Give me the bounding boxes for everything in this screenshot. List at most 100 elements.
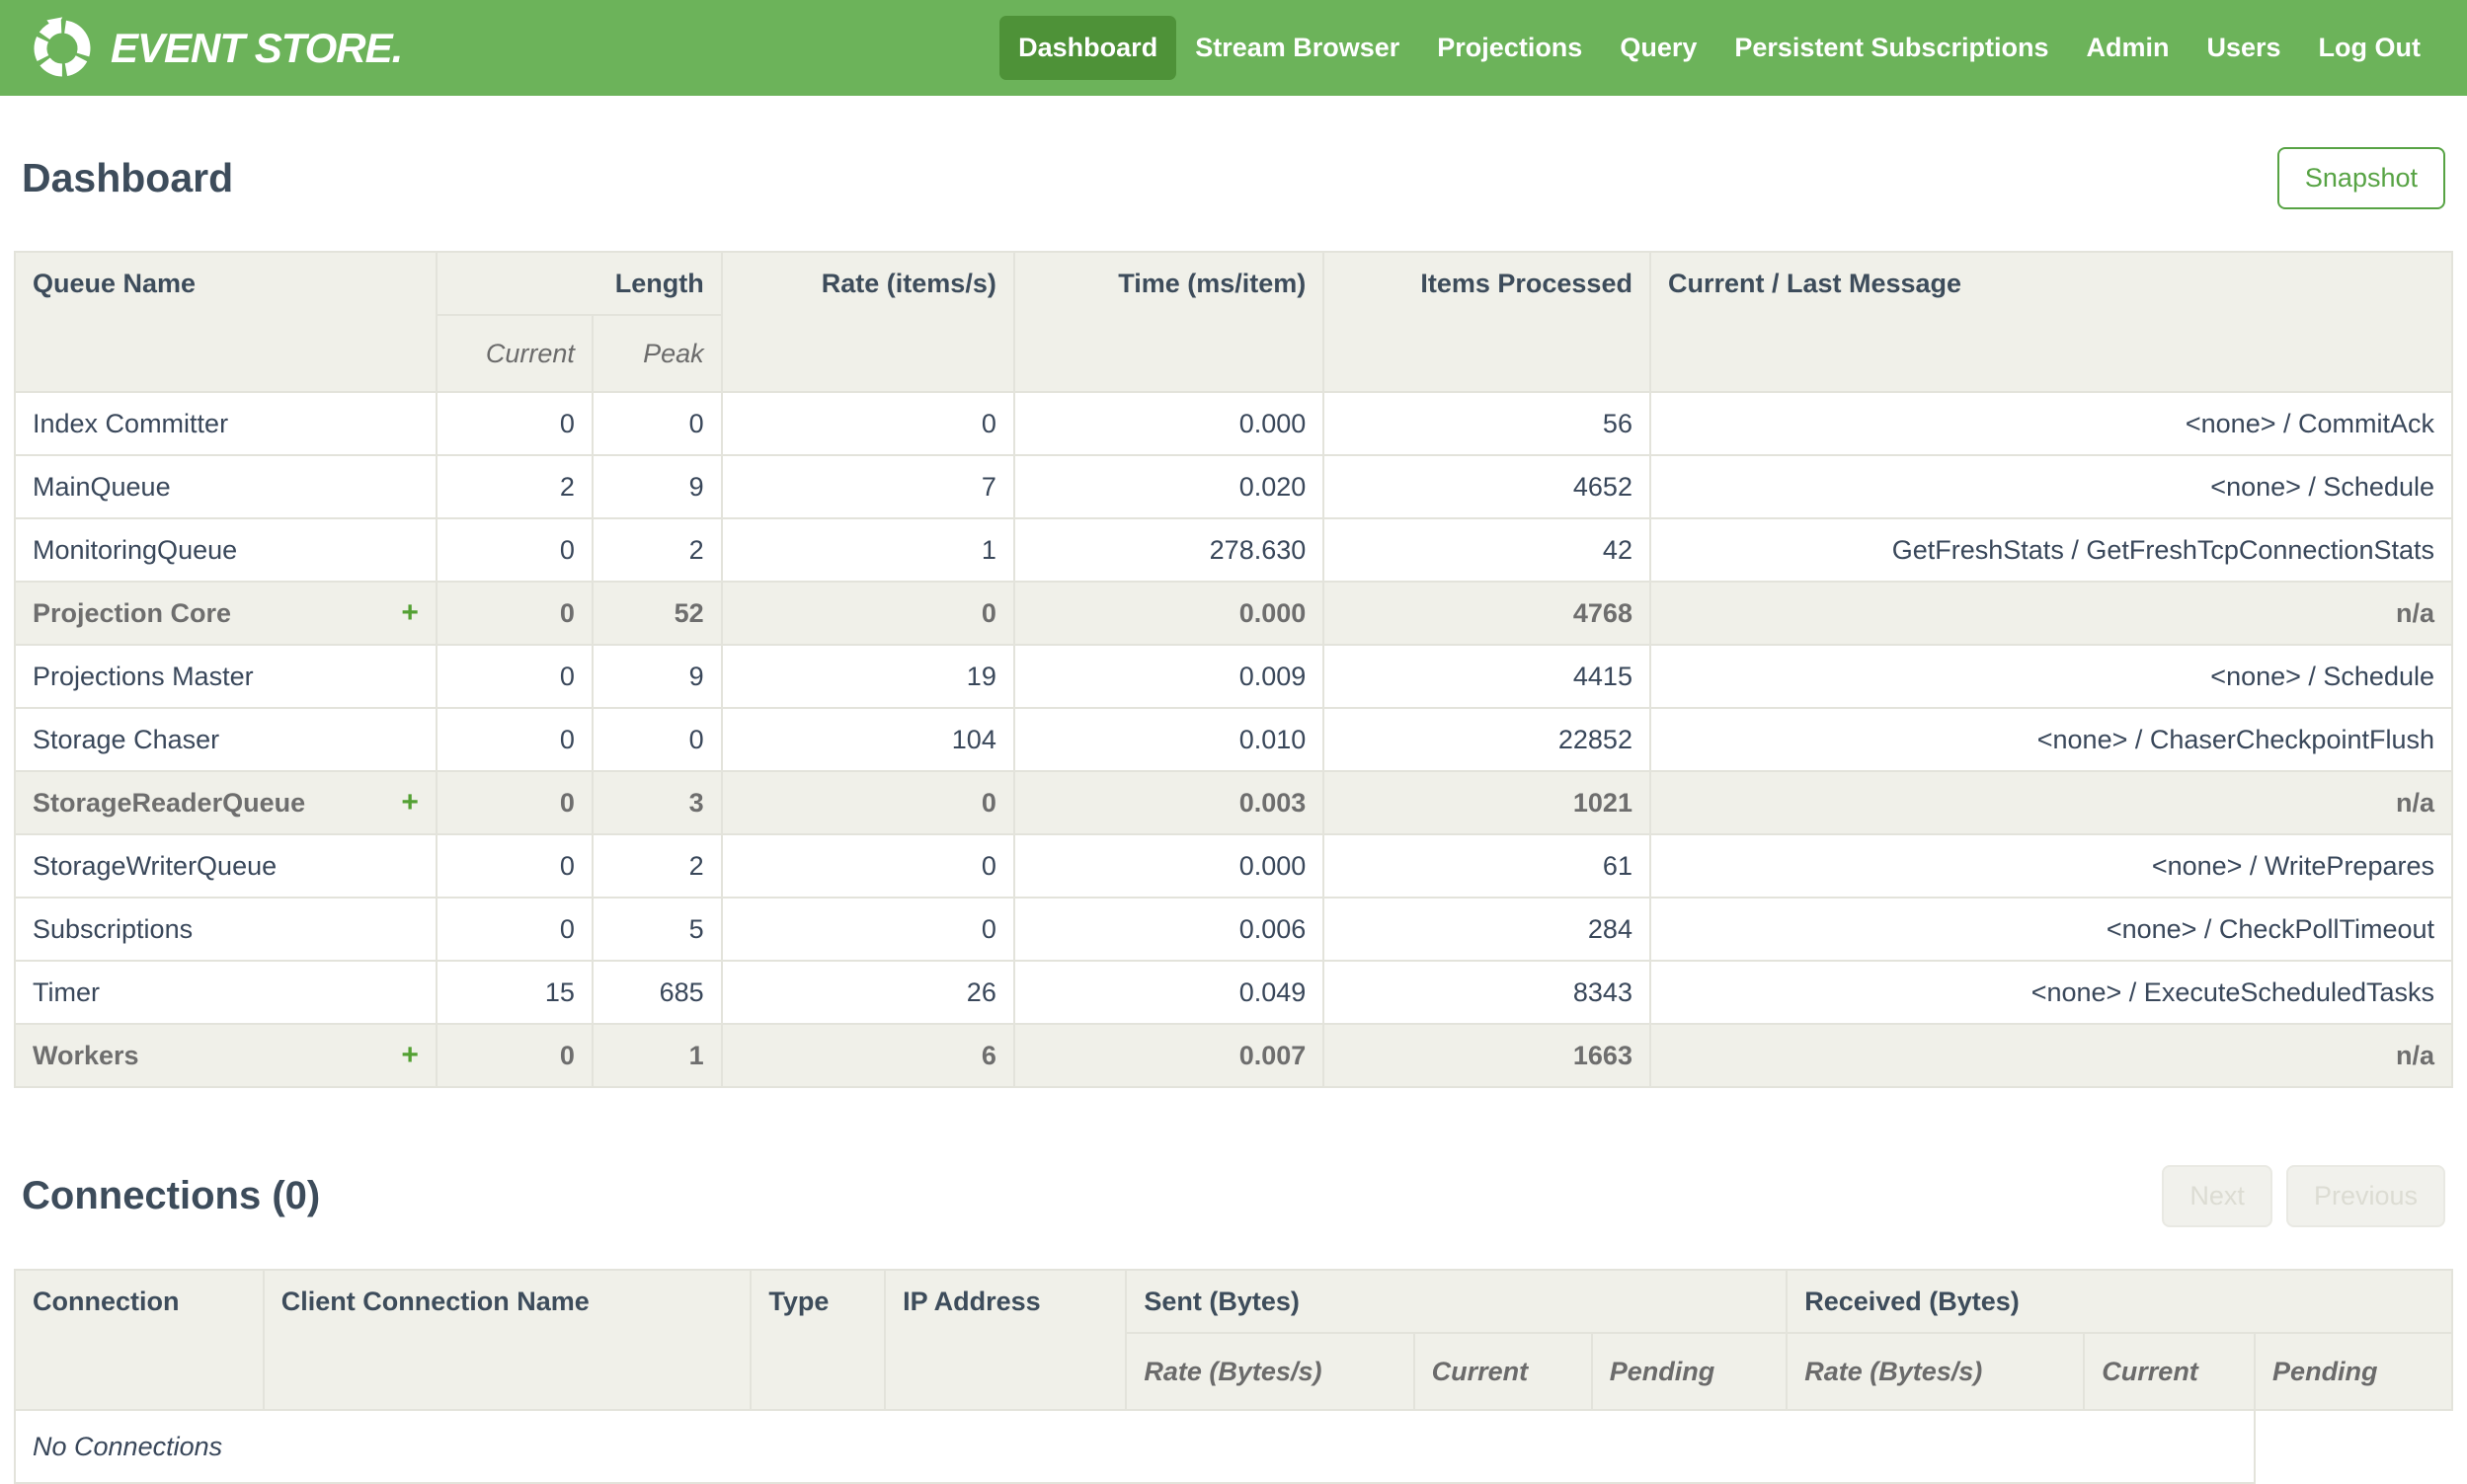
queue-row: MonitoringQueue 0 2 1 278.630 42 GetFreshStats… [14, 517, 2454, 583]
nav-item-persistent-subscriptions[interactable]: Persistent Subscriptions [1715, 16, 2067, 80]
queue-time-cell: 0.003 [1012, 770, 1325, 835]
queue-row: Index Committer 0 0 0 0.000 56 <none> / Commit… [14, 391, 2454, 456]
queue-time-cell: 0.000 [1012, 581, 1325, 646]
queue-row[interactable]: Projection Core +0 52 0 0.000 4768 n/a [14, 581, 2454, 646]
queue-rate-cell: 104 [720, 707, 1015, 772]
queue-rate-cell: 26 [720, 960, 1015, 1025]
queue-peak-cell: 2 [591, 517, 723, 583]
queue-items-cell: 284 [1322, 897, 1651, 962]
queue-name-label: Index Committer [33, 409, 229, 438]
queue-name-cell: MonitoringQueue [14, 517, 438, 583]
queue-name-label: StorageWriterQueue [33, 851, 278, 881]
queue-message-cell: <none> / Schedule [1648, 454, 2454, 519]
brand-title: EVENT STORE. [111, 24, 403, 71]
queue-items-cell: 1021 [1322, 770, 1651, 835]
queue-rate-cell: 0 [720, 391, 1015, 456]
col-header-message: Current / Last Message [1648, 251, 2454, 393]
previous-button[interactable]: Previous [2285, 1165, 2445, 1227]
expand-row-icon[interactable]: + [401, 787, 419, 819]
queue-current-cell: 0 [435, 897, 594, 962]
queue-time-cell: 0.000 [1012, 391, 1325, 456]
col-header-ip-address: IP Address [884, 1269, 1128, 1411]
queue-name-label: Projections Master [33, 662, 254, 691]
queue-peak-cell: 685 [591, 960, 723, 1025]
col-header-items-processed: Items Processed [1322, 251, 1651, 393]
queue-name-label: Projection Core [33, 598, 232, 628]
queue-name-label: MonitoringQueue [33, 535, 238, 565]
col-header-received: Received (Bytes) [1786, 1269, 2453, 1334]
queue-peak-cell: 0 [591, 391, 723, 456]
queue-peak-cell: 0 [591, 707, 723, 772]
queue-rate-cell: 7 [720, 454, 1015, 519]
queue-items-cell: 8343 [1322, 960, 1651, 1025]
queue-name-cell: Subscriptions [14, 897, 438, 962]
queue-time-cell: 0.010 [1012, 707, 1325, 772]
queue-peak-cell: 9 [591, 454, 723, 519]
queue-row[interactable]: StorageReaderQueue +0 3 0 0.003 1021 n/a [14, 770, 2454, 835]
expand-row-icon[interactable]: + [401, 1040, 419, 1071]
queue-current-cell: 0 [435, 770, 594, 835]
nav-item-log-out[interactable]: Log Out [2300, 16, 2439, 80]
queue-message-cell: n/a [1648, 1023, 2454, 1088]
queue-row: Storage Chaser 0 0 104 0.010 22852 <none> / Ch… [14, 707, 2454, 772]
queue-message-cell: <none> / CheckPollTimeout [1648, 897, 2454, 962]
queue-name-cell: Timer [14, 960, 438, 1025]
nav-item-dashboard[interactable]: Dashboard [999, 16, 1177, 80]
col-header-received-current: Current [2083, 1332, 2257, 1411]
queue-rate-cell: 0 [720, 897, 1015, 962]
queue-message-cell: <none> / CommitAck [1648, 391, 2454, 456]
queue-message-cell: n/a [1648, 581, 2454, 646]
queue-peak-cell: 9 [591, 644, 723, 709]
nav-item-query[interactable]: Query [1601, 16, 1715, 80]
queue-time-cell: 0.007 [1012, 1023, 1325, 1088]
col-header-queue-name: Queue Name [14, 251, 438, 393]
queue-name-cell: Projection Core + [14, 581, 438, 646]
queue-current-cell: 0 [435, 517, 594, 583]
queue-message-cell: <none> / ChaserCheckpointFlush [1648, 707, 2454, 772]
col-header-sent: Sent (Bytes) [1125, 1269, 1789, 1334]
nav-item-admin[interactable]: Admin [2067, 16, 2188, 80]
queue-items-cell: 56 [1322, 391, 1651, 456]
queue-table-body: Index Committer 0 0 0 0.000 56 <none> / Commit… [14, 391, 2454, 1088]
nav-item-stream-browser[interactable]: Stream Browser [1176, 16, 1418, 80]
col-header-rate: Rate (items/s) [720, 251, 1015, 393]
queue-rate-cell: 0 [720, 770, 1015, 835]
col-header-sent-pending: Pending [1590, 1332, 1789, 1411]
col-header-length: Length [435, 251, 723, 316]
queue-peak-cell: 2 [591, 833, 723, 898]
queue-message-cell: n/a [1648, 770, 2454, 835]
col-header-sent-current: Current [1412, 1332, 1593, 1411]
queue-name-label: Storage Chaser [33, 725, 220, 754]
snapshot-button[interactable]: Snapshot [2276, 147, 2445, 209]
ghost-cell [2255, 1410, 2452, 1483]
queues-table: Queue Name Length Rate (items/s) Time (m… [14, 251, 2454, 1088]
queue-row[interactable]: Workers +0 1 6 0.007 1663 n/a [14, 1023, 2454, 1088]
queue-name-cell: Workers + [14, 1023, 438, 1088]
queue-current-cell: 0 [435, 644, 594, 709]
queue-message-cell: <none> / WritePrepares [1648, 833, 2454, 898]
next-button[interactable]: Next [2162, 1165, 2272, 1227]
queue-row: StorageWriterQueue 0 2 0 0.000 61 <none> / Wri… [14, 833, 2454, 898]
event-store-logo-icon [34, 16, 91, 76]
nav-item-projections[interactable]: Projections [1418, 16, 1601, 80]
queue-name-label: StorageReaderQueue [33, 788, 306, 818]
queue-name-cell: Storage Chaser [14, 707, 438, 772]
queue-time-cell: 0.000 [1012, 833, 1325, 898]
queue-peak-cell: 1 [591, 1023, 723, 1088]
expand-row-icon[interactable]: + [401, 597, 419, 629]
col-header-time: Time (ms/item) [1012, 251, 1325, 393]
no-connections-message: No Connections [13, 1409, 2257, 1484]
col-header-connection: Connection [14, 1269, 265, 1411]
queue-name-cell: Projections Master [14, 644, 438, 709]
nav-item-users[interactable]: Users [2188, 16, 2299, 80]
connections-table: Connection Client Connection Name Type I… [13, 1269, 2453, 1484]
col-header-sent-rate: Rate (Bytes/s) [1125, 1332, 1415, 1411]
queue-peak-cell: 5 [591, 897, 723, 962]
queue-items-cell: 4415 [1322, 644, 1651, 709]
queue-time-cell: 0.020 [1012, 454, 1325, 519]
no-connections-row: No Connections [13, 1409, 2452, 1484]
queue-rate-cell: 19 [720, 644, 1015, 709]
queue-name-label: MainQueue [33, 472, 171, 502]
queue-time-cell: 0.049 [1012, 960, 1325, 1025]
queue-name-cell: MainQueue [14, 454, 438, 519]
